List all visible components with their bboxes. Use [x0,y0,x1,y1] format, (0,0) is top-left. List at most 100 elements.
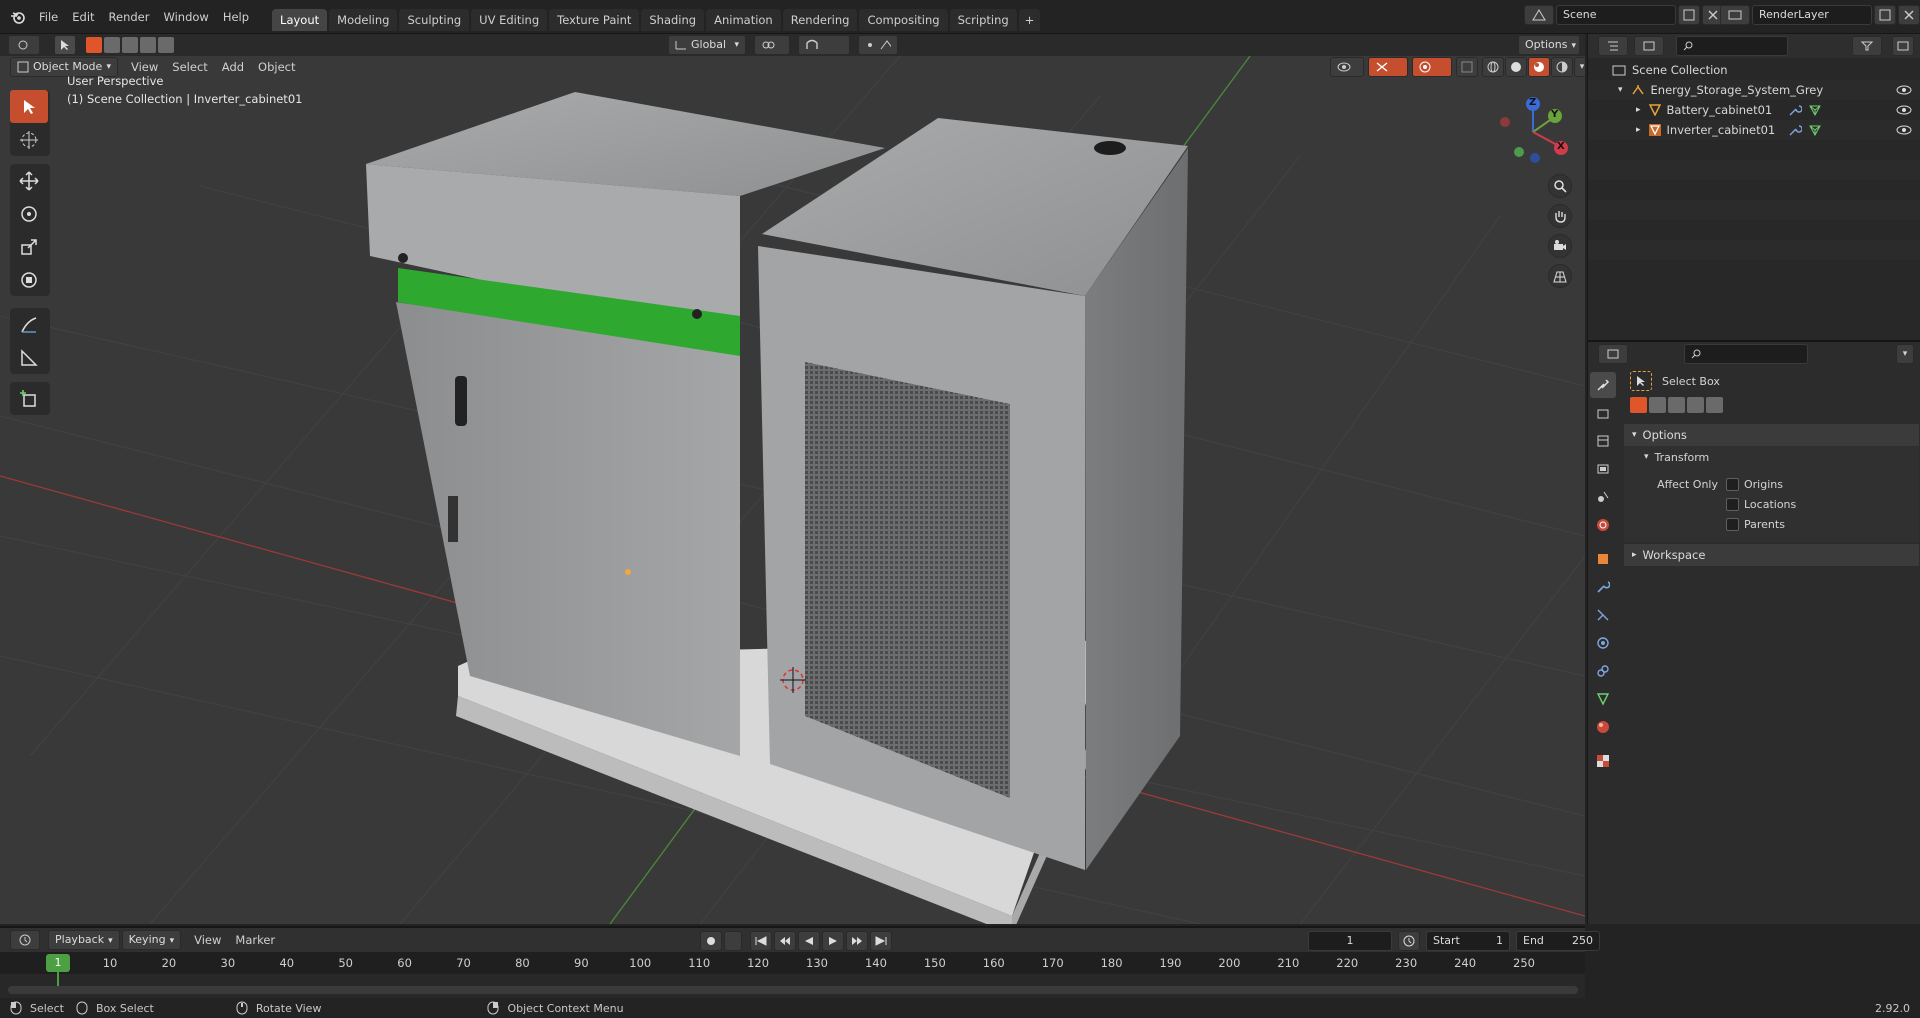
render-layer-field[interactable]: RenderLayer [1752,5,1872,25]
constraints-tab-icon[interactable] [1590,658,1616,684]
tab-modeling[interactable]: Modeling [329,8,398,31]
tab-compositing[interactable]: Compositing [859,8,948,31]
auto-keying-options-icon[interactable] [724,931,742,951]
jump-start-icon[interactable] [750,931,772,951]
editor-type-icon[interactable] [8,35,40,55]
eye-icon[interactable] [1896,125,1912,135]
current-frame-marker[interactable]: 1 [46,954,70,972]
blender-logo-icon[interactable] [4,6,32,28]
transform-orientation-dropdown[interactable]: Global ▾ [668,35,746,55]
record-icon[interactable] [700,931,722,951]
add-workspace-button[interactable]: + [1018,8,1041,31]
render-layer-icon[interactable] [1720,5,1750,25]
filter-icon[interactable] [1852,36,1882,56]
move-tool[interactable] [10,164,48,197]
material-tab-icon[interactable] [1590,714,1616,740]
3d-viewport[interactable]: Object Mode ▾ View Select Add Object ▾ U… [0,56,1585,924]
object-tab-icon[interactable] [1590,546,1616,572]
play-icon[interactable] [822,931,844,951]
mode-extend-icon[interactable] [1649,397,1666,413]
preview-range-clock-icon[interactable] [1398,931,1420,951]
prev-keyframe-icon[interactable] [774,931,796,951]
mode-intersect-icon[interactable] [1706,397,1723,413]
rotate-tool[interactable] [10,197,48,230]
scene-icon[interactable] [1524,5,1554,25]
scene-collection-row[interactable]: Scene Collection [1588,60,1920,80]
pivot-point-dropdown[interactable] [754,35,790,55]
timeline-menu-view[interactable]: View [187,933,228,947]
menu-help[interactable]: Help [216,6,256,28]
next-keyframe-icon[interactable] [846,931,868,951]
properties-options-dropdown[interactable]: ▾ [1896,344,1914,364]
new-collection-icon[interactable] [1892,36,1914,56]
keying-dropdown[interactable]: Keying ▾ [121,930,182,950]
transform-subpanel-header[interactable]: ▾ Transform [1624,446,1919,468]
outliner-editor-type-icon[interactable] [1598,36,1628,56]
new-layer-icon[interactable] [1874,5,1896,25]
particles-tab-icon[interactable] [1590,602,1616,628]
tab-sculpting[interactable]: Sculpting [399,8,470,31]
options-panel-header[interactable]: ▾ Options [1624,424,1919,446]
tab-texture-paint[interactable]: Texture Paint [549,8,640,31]
world-tab-icon[interactable] [1590,512,1616,538]
mode-subtract-icon[interactable] [1668,397,1685,413]
parents-checkbox[interactable] [1726,517,1739,531]
menu-edit[interactable]: Edit [65,6,101,28]
select-extend-icon[interactable] [104,37,120,53]
annotate-tool[interactable] [10,308,48,341]
select-new-icon[interactable] [86,37,102,53]
workspace-panel-header[interactable]: ▸ Workspace [1624,544,1919,566]
current-frame-field[interactable]: 1 [1308,931,1392,951]
properties-editor-type-icon[interactable] [1598,344,1628,364]
mesh-data-icon[interactable] [1808,104,1822,116]
view-layer-tab-icon[interactable] [1590,456,1616,482]
mode-new-icon[interactable] [1630,397,1647,413]
new-scene-icon[interactable] [1678,5,1700,25]
playback-dropdown[interactable]: Playback ▾ [48,930,120,950]
expand-arrow-icon[interactable]: ▾ [1618,80,1623,100]
zoom-icon[interactable] [1548,174,1572,198]
locations-checkbox[interactable] [1726,497,1739,511]
select-box-tool-icon[interactable] [1630,371,1652,391]
outliner-item-battery-cabinet[interactable]: ▸ Battery_cabinet01 [1588,100,1920,120]
snap-dropdown[interactable] [798,35,850,55]
options-dropdown[interactable]: Options ▾ [1518,35,1580,55]
outliner-item-inverter-cabinet[interactable]: ▸ Inverter_cabinet01 [1588,120,1920,140]
expand-arrow-icon[interactable]: ▸ [1636,100,1641,120]
end-frame-field[interactable]: End 250 [1516,931,1600,951]
tab-scripting[interactable]: Scripting [949,8,1017,31]
eye-icon[interactable] [1896,105,1912,115]
select-tool-icon[interactable] [54,35,76,55]
render-tab-icon[interactable] [1590,400,1616,426]
outliner-item-energy-storage[interactable]: ▾ Energy_Storage_System_Grey [1588,80,1920,100]
mesh-data-icon[interactable] [1808,124,1822,136]
select-invert-icon[interactable] [140,37,156,53]
tab-animation[interactable]: Animation [706,8,781,31]
viewport-scene[interactable] [0,56,1585,924]
scale-tool[interactable] [10,230,48,263]
tab-uv-editing[interactable]: UV Editing [471,8,548,31]
start-frame-field[interactable]: Start 1 [1426,931,1510,951]
physics-tab-icon[interactable] [1590,630,1616,656]
camera-view-icon[interactable] [1548,234,1572,258]
scene-field[interactable]: Scene [1556,5,1676,25]
wrench-modifier-icon[interactable] [1788,124,1802,136]
energy-storage-model[interactable] [366,92,1188,924]
select-box-tool[interactable] [10,90,48,123]
perspective-toggle-icon[interactable] [1548,264,1572,288]
remove-layer-icon[interactable] [1898,5,1920,25]
timeline-area[interactable]: 1 10 20 30 40 50 60 70 80 90 100 110 120 130 140 150 16… [0,952,1585,998]
cursor-tool[interactable] [10,123,48,156]
modifier-tab-icon[interactable] [1590,574,1616,600]
timeline-editor-type-icon[interactable] [10,930,40,950]
jump-end-icon[interactable] [870,931,892,951]
select-subtract-icon[interactable] [122,37,138,53]
tool-tab-icon[interactable] [1590,372,1616,398]
play-reverse-icon[interactable] [798,931,820,951]
expand-arrow-icon[interactable]: ▸ [1636,120,1641,140]
timeline-menu-marker[interactable]: Marker [228,933,282,947]
scene-tab-icon[interactable] [1590,484,1616,510]
add-cube-tool[interactable] [10,382,48,415]
measure-tool[interactable] [10,341,48,374]
menu-file[interactable]: File [32,6,65,28]
